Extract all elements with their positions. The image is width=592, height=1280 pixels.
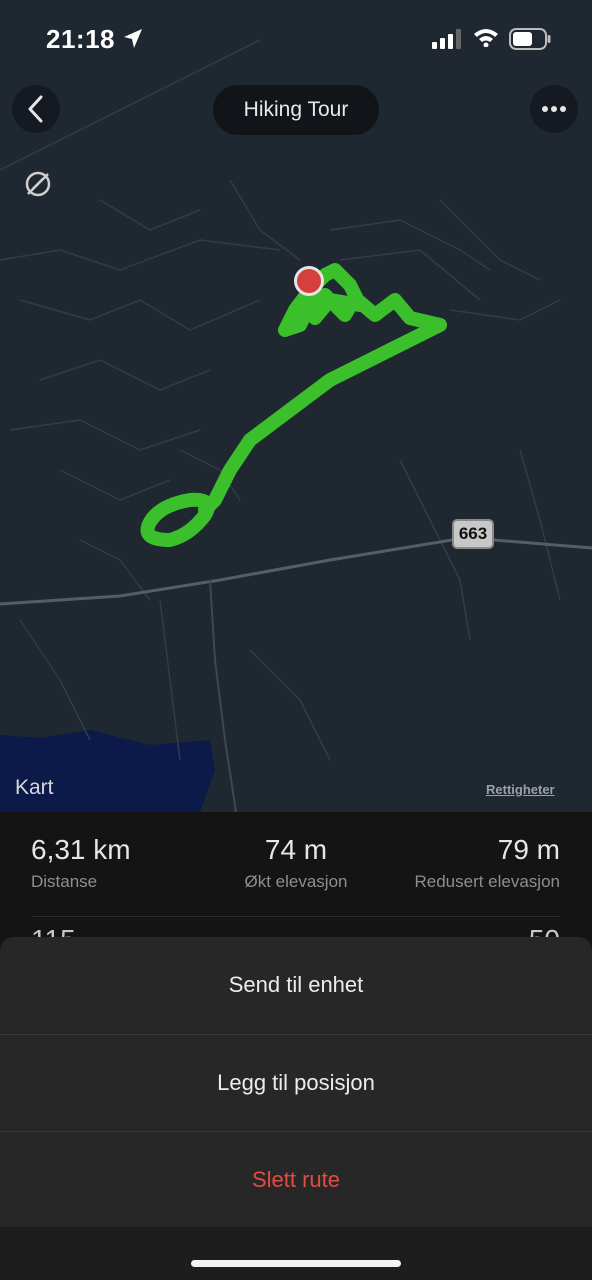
stat-label: Økt elevasjon <box>244 872 348 891</box>
stat-elevation-gain: 74 m Økt elevasjon <box>238 834 354 892</box>
add-position-button[interactable]: Legg til posisjon <box>0 1034 592 1130</box>
stat-label: Redusert elevasjon <box>414 872 560 891</box>
delete-route-button[interactable]: Slett rute <box>0 1131 592 1227</box>
stat-value: 74 m <box>264 834 328 865</box>
stat-distance: 6,31 km Distanse <box>31 834 131 892</box>
sheet-bottom-area <box>0 1227 592 1280</box>
map-brand: Kart <box>14 776 54 800</box>
status-bar: 21:18 <box>0 0 592 80</box>
wifi-icon <box>474 29 498 47</box>
action-sheet: Send til enhet Legg til posisjon Slett r… <box>0 937 592 1280</box>
stats-divider <box>31 916 561 917</box>
location-arrow-icon <box>124 29 142 48</box>
ellipsis-icon <box>542 106 566 112</box>
chevron-left-icon <box>28 95 43 123</box>
status-time: 21:18 <box>46 24 115 54</box>
compass-icon[interactable] <box>22 168 54 200</box>
map-brand-label: Kart <box>15 776 54 799</box>
cellular-signal-icon <box>432 29 461 49</box>
stat-elevation-loss: 79 m Redusert elevasjon <box>414 834 560 892</box>
more-button[interactable] <box>530 85 578 133</box>
stat-value: 79 m <box>497 834 560 865</box>
road-number-badge: 663 <box>452 519 494 549</box>
stat-value: 6,31 km <box>31 834 131 865</box>
send-to-device-button[interactable]: Send til enhet <box>0 937 592 1033</box>
route-start-marker[interactable] <box>294 266 324 296</box>
stat-label: Distanse <box>31 872 98 891</box>
battery-icon <box>509 28 551 50</box>
rights-link[interactable]: Rettigheter <box>486 782 555 797</box>
home-indicator[interactable] <box>191 1260 401 1267</box>
back-button[interactable] <box>12 85 60 133</box>
route-stats: 6,31 km Distanse 74 m Økt elevasjon 79 m… <box>0 812 592 955</box>
page-title: Hiking Tour <box>213 85 379 135</box>
